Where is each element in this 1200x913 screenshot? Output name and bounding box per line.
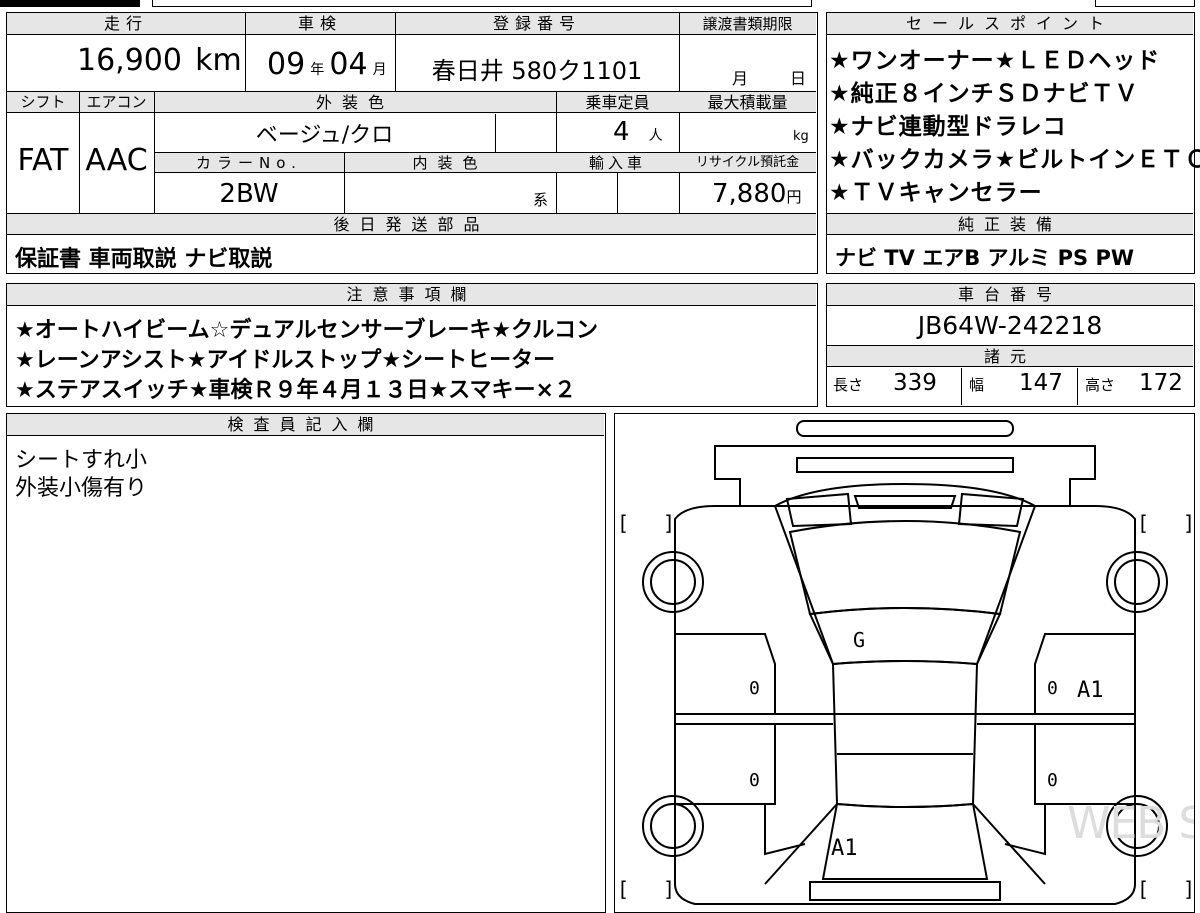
import-header: 輸入車 bbox=[588, 154, 646, 172]
mark-right-front-door-grade: A1 bbox=[1077, 678, 1104, 703]
capacity-header: 乗車定員 bbox=[585, 93, 650, 112]
svg-text:[: [ bbox=[617, 877, 629, 901]
sales-point-1: ★ワンオーナー★ＬＥＤヘッド bbox=[829, 48, 1161, 74]
recycle-field: 7,880円 bbox=[712, 179, 801, 209]
later-parts-header: 後日発送部品 bbox=[333, 215, 490, 234]
specs-header: 諸元 bbox=[983, 347, 1036, 366]
transfer-day-unit: 日 bbox=[790, 69, 807, 88]
later-parts-value: 保証書 車両取説 ナビ取説 bbox=[15, 247, 273, 272]
svg-text:]: ] bbox=[663, 511, 675, 535]
chassis-header: 車台番号 bbox=[957, 285, 1062, 304]
recycle-value: 7,880 bbox=[712, 179, 787, 209]
caution-line-3: ★ステアスイッチ★車検Ｒ９年４月１３日★スマキー×２ bbox=[15, 378, 576, 403]
capacity-unit: 人 bbox=[648, 128, 663, 144]
sales-point-4: ★バックカメラ★ビルトインＥＴＣ bbox=[829, 147, 1200, 173]
sales-points-header: セールスポイント bbox=[905, 14, 1114, 33]
svg-text:]: ] bbox=[1183, 511, 1195, 535]
inspection-field: 09 年 04 月 bbox=[267, 47, 397, 87]
chassis-panel: 車台番号 JB64W-242218 諸元 長さ 339 幅 147 高さ 172 bbox=[826, 283, 1195, 407]
mark-rear: A1 bbox=[831, 836, 858, 861]
inspection-month-unit: 月 bbox=[372, 62, 387, 78]
recycle-header: リサイクル預託金 bbox=[695, 155, 800, 170]
caution-line-1: ★オートハイビーム☆デュアルセンサーブレーキ★クルコン bbox=[15, 318, 598, 343]
inspection-year-unit: 年 bbox=[310, 62, 325, 78]
transfer-month-unit: 月 bbox=[732, 69, 749, 88]
sales-point-3: ★ナビ連動型ドラレコ bbox=[829, 114, 1067, 140]
mileage-field: 16,900 km bbox=[77, 43, 247, 83]
standard-equipment-value: ナビ TV エアB アルミ PS PW bbox=[835, 246, 1134, 270]
aircon-value: AAC bbox=[85, 143, 148, 178]
svg-text:[: [ bbox=[1137, 877, 1149, 901]
inspection-header: 車検 bbox=[297, 14, 342, 33]
caution-header: 注意事項欄 bbox=[346, 285, 477, 304]
inspection-year: 09 bbox=[267, 47, 306, 82]
svg-text:]: ] bbox=[663, 877, 675, 901]
inspector-note-2: 外装小傷有り bbox=[15, 476, 148, 501]
caution-panel: 注意事項欄 ★オートハイビーム☆デュアルセンサーブレーキ★クルコン ★レーンアシ… bbox=[6, 283, 818, 407]
inspector-panel: 検査員記入欄 シートすれ小 外装小傷有り bbox=[6, 413, 606, 913]
length-value: 339 bbox=[893, 370, 937, 396]
transfer-deadline-header: 譲渡書類期限 bbox=[702, 15, 793, 33]
capacity-field: 4 人 bbox=[613, 117, 679, 147]
inspection-month: 04 bbox=[329, 47, 368, 82]
top-strip bbox=[0, 0, 1200, 8]
mark-hood: G bbox=[853, 628, 866, 652]
watermark: WEB STUDIO PRO bbox=[1067, 798, 1194, 849]
color-no-header: カラーNo. bbox=[196, 154, 302, 172]
standard-equipment-header: 純正装備 bbox=[957, 215, 1062, 234]
max-load-header: 最大積載量 bbox=[707, 93, 788, 112]
registration-header: 登録番号 bbox=[492, 14, 581, 33]
svg-text:[: [ bbox=[617, 511, 629, 535]
sales-points-panel: セールスポイント ★ワンオーナー★ＬＥＤヘッド ★純正８インチＳＤナビＴＶ ★ナ… bbox=[826, 12, 1200, 274]
capacity-value: 4 bbox=[613, 117, 630, 147]
height-label: 高さ bbox=[1085, 376, 1116, 394]
interior-color-header: 内装色 bbox=[412, 154, 488, 172]
length-label: 長さ bbox=[833, 376, 864, 394]
mark-left-rear-door: 0 bbox=[749, 770, 760, 791]
shift-value: FAT bbox=[17, 143, 69, 178]
vehicle-info-panel: 走行 車検 登録番号 譲渡書類期限 16,900 km 09 年 04 月 春日… bbox=[6, 12, 818, 274]
mileage-header: 走行 bbox=[103, 14, 148, 33]
width-value: 147 bbox=[1019, 370, 1063, 396]
sales-point-2: ★純正８インチＳＤナビＴＶ bbox=[829, 81, 1139, 107]
registration-number: 春日井 580ク1101 bbox=[431, 57, 643, 85]
shift-header: シフト bbox=[20, 93, 66, 111]
caution-line-2: ★レーンアシスト★アイドルストップ★シートヒーター bbox=[15, 348, 556, 373]
recycle-unit: 円 bbox=[786, 188, 802, 206]
exterior-color-value: ベージュ/クロ bbox=[255, 123, 394, 148]
svg-text:]: ] bbox=[1183, 877, 1195, 901]
mark-right-front-door: 0 bbox=[1047, 678, 1058, 699]
svg-text:[: [ bbox=[1137, 511, 1149, 535]
height-value: 172 bbox=[1139, 370, 1183, 396]
width-label: 幅 bbox=[969, 376, 985, 394]
chassis-number: JB64W-242218 bbox=[917, 311, 1103, 340]
sales-point-5: ★ＴＶキャンセラー bbox=[829, 180, 1043, 206]
mileage-value: 16,900 bbox=[77, 43, 182, 78]
mark-right-rear-door: 0 bbox=[1047, 770, 1058, 791]
mark-left-front-door: 0 bbox=[749, 678, 760, 699]
inspector-header: 検査員記入欄 bbox=[227, 415, 384, 434]
max-load-unit: kg bbox=[793, 129, 809, 144]
interior-suffix: 系 bbox=[533, 191, 549, 209]
aircon-header: エアコン bbox=[86, 93, 147, 111]
car-damage-diagram: [] [] [] [] WEB STUDIO PRO G 0 0 0 A1 0 … bbox=[614, 413, 1195, 913]
mileage-unit: km bbox=[195, 43, 242, 78]
color-no-value: 2BW bbox=[219, 179, 279, 209]
exterior-color-header: 外装色 bbox=[315, 93, 394, 112]
